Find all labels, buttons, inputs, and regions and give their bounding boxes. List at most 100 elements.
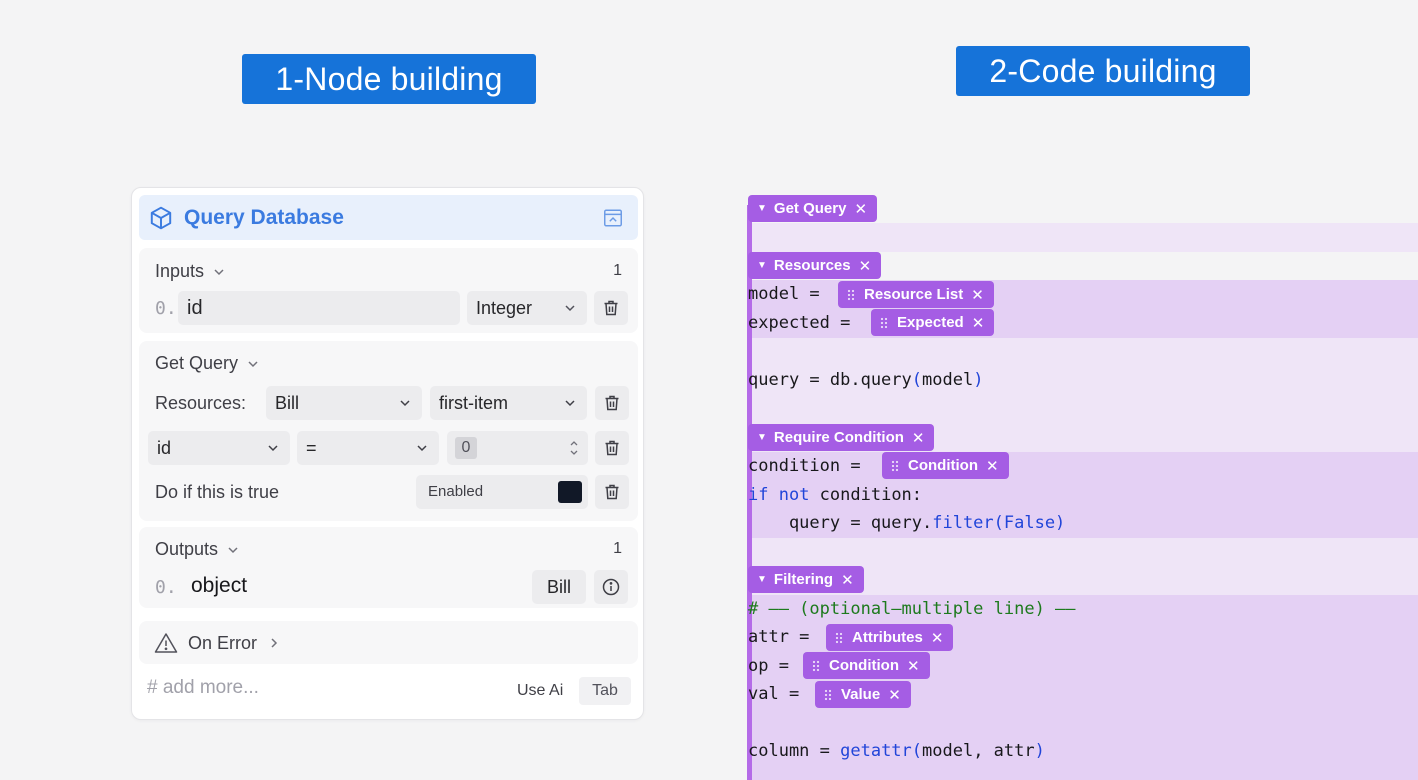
code-line-model[interactable]: model = bbox=[748, 280, 830, 308]
dotted-divider bbox=[144, 711, 634, 715]
code-building-banner: 2-Code building bbox=[956, 46, 1250, 96]
code-line-attr[interactable]: attr = bbox=[748, 623, 820, 651]
filter-value-stepper[interactable]: 0 bbox=[447, 431, 588, 465]
chevron-right-icon bbox=[271, 638, 278, 648]
delete-resource-button[interactable] bbox=[595, 386, 629, 420]
paren-close: ) bbox=[973, 370, 984, 390]
query-arg: model bbox=[922, 370, 974, 390]
drag-handle-icon[interactable] bbox=[824, 688, 832, 701]
code-line-op[interactable]: op = bbox=[748, 652, 799, 680]
trash-icon bbox=[604, 300, 618, 316]
close-icon[interactable]: ✕ bbox=[841, 571, 854, 589]
expected-chip[interactable]: Expected ✕ bbox=[871, 309, 995, 336]
condition-toggle[interactable]: Enabled bbox=[416, 475, 588, 509]
close-icon[interactable]: ✕ bbox=[912, 429, 925, 447]
require-condition-tag[interactable]: ▼ Require Condition ✕ bbox=[748, 424, 935, 451]
value-chip[interactable]: Value ✕ bbox=[815, 681, 911, 708]
get-query-toggle[interactable]: Get Query bbox=[155, 353, 260, 374]
operator-condition-chip[interactable]: Condition ✕ bbox=[803, 652, 930, 679]
input-index: 0. bbox=[155, 298, 177, 319]
inputs-count: 1 bbox=[613, 262, 622, 279]
close-icon[interactable]: ✕ bbox=[907, 657, 920, 675]
query-database-node: Query Database Inputs 1 0. id Integer Ge… bbox=[131, 187, 644, 720]
drag-handle-icon[interactable] bbox=[891, 459, 899, 472]
code-line-expected[interactable]: expected = bbox=[748, 309, 861, 337]
chevron-down-icon bbox=[228, 546, 238, 553]
close-icon[interactable]: ✕ bbox=[931, 629, 944, 647]
filter-value: 0 bbox=[455, 437, 477, 459]
outputs-toggle[interactable]: Outputs bbox=[155, 539, 240, 560]
collapse-triangle-icon[interactable]: ▼ bbox=[757, 260, 767, 271]
condition-value: Enabled bbox=[428, 483, 484, 500]
chevron-down-icon bbox=[268, 445, 278, 452]
collapse-triangle-icon[interactable]: ▼ bbox=[757, 432, 767, 443]
on-error-toggle[interactable]: On Error bbox=[154, 632, 281, 654]
drag-handle-icon[interactable] bbox=[835, 631, 843, 644]
drag-handle-icon[interactable] bbox=[847, 288, 855, 301]
output-type-badge[interactable]: Bill bbox=[532, 570, 586, 604]
drag-handle-icon[interactable] bbox=[812, 659, 820, 672]
node-building-banner: 1-Node building bbox=[242, 54, 536, 104]
require-condition-tag-label: Require Condition bbox=[773, 429, 904, 446]
mode-value: first-item bbox=[439, 392, 508, 413]
resource-select[interactable]: Bill bbox=[266, 386, 422, 420]
if-rest: condition: bbox=[809, 485, 923, 505]
outputs-label: Outputs bbox=[155, 539, 219, 559]
code-line-condition[interactable]: condition = bbox=[748, 452, 871, 480]
attributes-chip-label: Attributes bbox=[852, 629, 923, 646]
output-name: object bbox=[191, 574, 248, 597]
trash-icon bbox=[605, 484, 619, 500]
inputs-toggle[interactable]: Inputs bbox=[155, 261, 226, 282]
collapse-triangle-icon[interactable]: ▼ bbox=[757, 203, 767, 214]
filtering-tag-label: Filtering bbox=[773, 571, 834, 588]
get-query-tag[interactable]: ▼ Get Query ✕ bbox=[748, 195, 878, 222]
filter-field-select[interactable]: id bbox=[148, 431, 290, 465]
if-keyword: if bbox=[748, 485, 769, 505]
getattr-close: ) bbox=[1034, 741, 1045, 761]
mode-select[interactable]: first-item bbox=[430, 386, 587, 420]
output-info-button[interactable] bbox=[594, 570, 628, 604]
collapse-triangle-icon[interactable]: ▼ bbox=[757, 574, 767, 585]
close-icon[interactable]: ✕ bbox=[859, 257, 872, 275]
resources-tag[interactable]: ▼ Resources ✕ bbox=[748, 252, 882, 279]
chevron-down-icon bbox=[248, 360, 258, 367]
code-line-column[interactable]: column = getattr(model, attr) bbox=[748, 737, 1045, 765]
collapse-icon[interactable] bbox=[602, 207, 624, 229]
close-icon[interactable]: ✕ bbox=[854, 200, 867, 218]
filtering-tag[interactable]: ▼ Filtering ✕ bbox=[748, 566, 864, 593]
drag-handle-icon[interactable] bbox=[880, 316, 888, 329]
on-error-section[interactable]: On Error bbox=[139, 621, 638, 664]
close-icon[interactable]: ✕ bbox=[972, 314, 985, 332]
input-type-select[interactable]: Integer bbox=[467, 291, 587, 325]
resource-list-chip[interactable]: Resource List ✕ bbox=[838, 281, 994, 308]
stepper-arrows-icon[interactable] bbox=[568, 436, 580, 460]
add-more-input[interactable]: # add more... bbox=[147, 677, 259, 699]
code-line-filter-false[interactable]: query = query.filter(False) bbox=[748, 509, 1065, 537]
node-title: Query Database bbox=[184, 206, 344, 229]
delete-condition-button[interactable] bbox=[595, 475, 629, 509]
code-line-comment[interactable]: # —— (optional—multiple line) —— bbox=[748, 595, 1076, 623]
trash-icon bbox=[605, 395, 619, 411]
condition-chip[interactable]: Condition ✕ bbox=[882, 452, 1009, 479]
filter-operator-select[interactable]: = bbox=[297, 431, 439, 465]
chevron-down-icon bbox=[400, 400, 410, 407]
attributes-chip[interactable]: Attributes ✕ bbox=[826, 624, 954, 651]
input-name-field[interactable]: id bbox=[178, 291, 460, 325]
condition-color-swatch[interactable] bbox=[558, 481, 582, 503]
delete-filter-button[interactable] bbox=[595, 431, 629, 465]
on-error-label: On Error bbox=[188, 632, 258, 653]
code-line-query[interactable]: query = db.query(model) bbox=[748, 366, 983, 394]
use-ai-button[interactable]: Use Ai bbox=[517, 682, 563, 700]
close-icon[interactable]: ✕ bbox=[888, 686, 901, 704]
resources-tag-label: Resources bbox=[773, 257, 851, 274]
node-header[interactable]: Query Database bbox=[139, 195, 638, 240]
code-line-val[interactable]: val = bbox=[748, 680, 809, 708]
chevron-down-icon bbox=[214, 268, 224, 275]
close-icon[interactable]: ✕ bbox=[971, 286, 984, 304]
delete-input-button[interactable] bbox=[594, 291, 628, 325]
resource-list-chip-label: Resource List bbox=[864, 286, 964, 303]
close-icon[interactable]: ✕ bbox=[986, 457, 999, 475]
code-line-if[interactable]: if not condition: bbox=[748, 481, 922, 509]
get-query-label: Get Query bbox=[155, 353, 239, 373]
warning-icon bbox=[154, 633, 178, 653]
